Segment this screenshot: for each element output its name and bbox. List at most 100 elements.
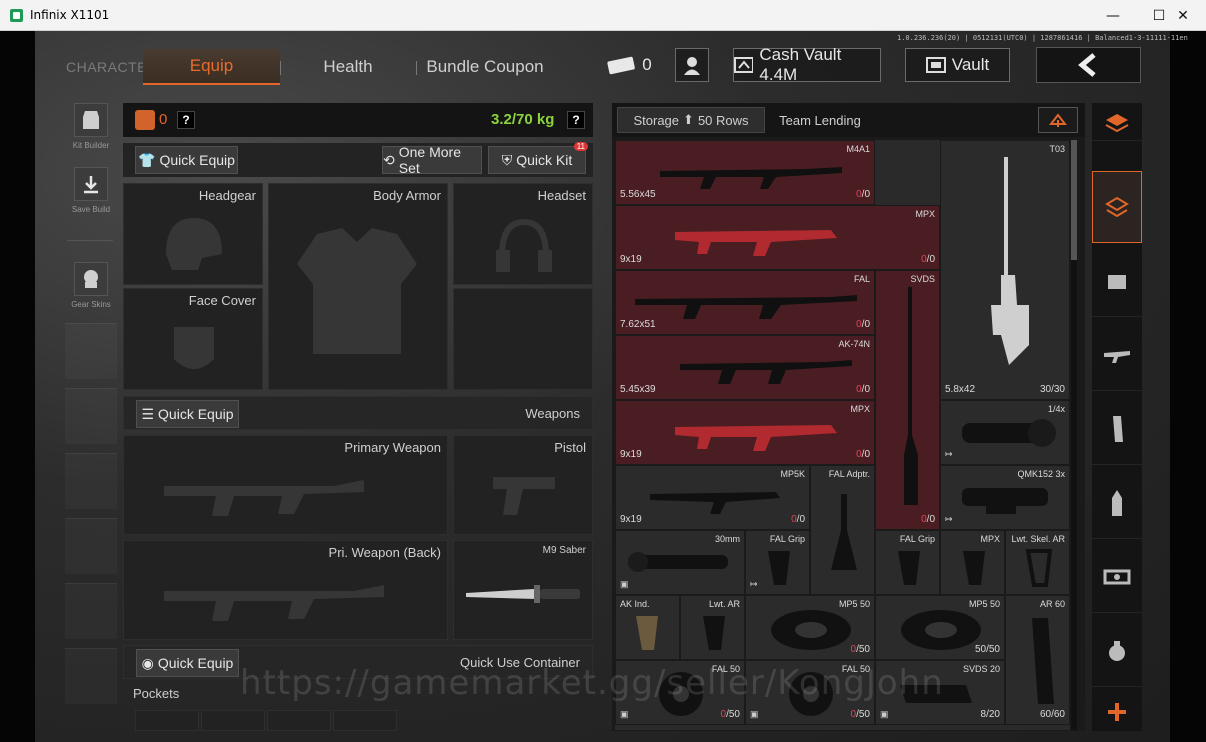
quick-equip-weapons-button[interactable]: ☰ Quick Equip bbox=[136, 400, 239, 428]
storage-item[interactable]: M4A1 5.56x45 0/0 bbox=[615, 140, 875, 205]
storage-item[interactable]: FAL Adptr. bbox=[810, 465, 875, 595]
pocket-slot[interactable] bbox=[135, 710, 199, 731]
slot-headgear[interactable]: Headgear bbox=[123, 183, 263, 285]
sort-button[interactable] bbox=[1038, 107, 1078, 133]
box-icon: ▣ bbox=[620, 709, 629, 719]
slot-face-cover[interactable]: Face Cover bbox=[123, 288, 263, 390]
item-name: SVDS 20 bbox=[962, 664, 1000, 674]
storage-item[interactable]: AR 60 60/60 bbox=[1005, 595, 1070, 725]
category-all-button[interactable] bbox=[1092, 103, 1142, 141]
box-icon: ▣ bbox=[880, 709, 889, 719]
storage-item[interactable]: 1/4x ↦ bbox=[940, 400, 1070, 465]
item-ammo: 0/0 bbox=[791, 514, 805, 525]
slot-body-armor[interactable]: Body Armor bbox=[268, 183, 448, 390]
back-button[interactable] bbox=[1036, 47, 1141, 83]
slot-pistol[interactable]: Pistol bbox=[453, 435, 593, 535]
pocket-slot[interactable] bbox=[201, 710, 265, 731]
storage-item[interactable]: FAL 7.62x51 0/0 bbox=[615, 270, 875, 335]
grenade-icon bbox=[1109, 640, 1125, 661]
quick-equip-label: Quick Equip bbox=[159, 152, 235, 168]
window-titlebar: Infinix X1101 — ☐ ✕ bbox=[0, 0, 1206, 31]
tab-bundle-coupon[interactable]: Bundle Coupon bbox=[425, 49, 545, 85]
quick-equip-quick-use-button[interactable]: ◉ Quick Equip bbox=[136, 649, 239, 677]
slot-melee[interactable]: M9 Saber bbox=[453, 540, 593, 640]
one-more-set-button[interactable]: ⟲ One More Set bbox=[382, 144, 482, 176]
kit-builder-button[interactable]: Kit Builder bbox=[65, 103, 117, 150]
storage-scrollbar[interactable] bbox=[1071, 140, 1077, 730]
category-armor-tab[interactable] bbox=[1092, 245, 1142, 317]
vault-label: Vault bbox=[951, 55, 990, 74]
category-magazines-tab[interactable] bbox=[1092, 393, 1142, 465]
one-more-set-label: One More Set bbox=[398, 144, 461, 176]
letterbox-right bbox=[1170, 31, 1206, 742]
storage-item[interactable]: MPX bbox=[940, 530, 1005, 595]
storage-item[interactable]: SVDS 0/0 bbox=[875, 270, 940, 530]
gear-skins-button[interactable]: Gear Skins bbox=[65, 262, 117, 309]
save-build-button[interactable]: Save Build bbox=[65, 167, 117, 214]
storage-item[interactable]: T03 5.8x42 30/30 bbox=[940, 140, 1070, 400]
storage-item[interactable]: AK Ind. bbox=[615, 595, 680, 660]
rifle-silhouette-icon bbox=[164, 480, 364, 516]
storage-item[interactable]: Lwt. AR bbox=[680, 595, 745, 660]
quick-kit-button[interactable]: ⛨ Quick Kit 11 bbox=[488, 142, 588, 174]
version-text: 1.0.236.236(20) | 0512131(UTC0) | 128786… bbox=[897, 34, 1188, 42]
storage-item[interactable]: FAL Grip bbox=[875, 530, 940, 595]
storage-item[interactable]: MPX 9x19 0/0 bbox=[615, 205, 940, 270]
ticket-counter[interactable]: 0 bbox=[600, 48, 658, 82]
storage-item[interactable]: FAL Grip ↦ bbox=[745, 530, 810, 595]
item-ammo: 0/50 bbox=[720, 709, 740, 720]
storage-item[interactable]: 30mm ▣ bbox=[615, 530, 745, 595]
storage-item[interactable]: MPX 9x19 0/0 bbox=[615, 400, 875, 465]
slot-primary-weapon[interactable]: Primary Weapon bbox=[123, 435, 448, 535]
scrollbar-thumb[interactable] bbox=[1071, 140, 1077, 260]
slot-label: Primary Weapon bbox=[344, 440, 441, 455]
quick-use-section-title: Quick Use Container bbox=[460, 655, 580, 670]
category-weapons-tab[interactable] bbox=[1092, 319, 1142, 391]
storage-item[interactable]: QMK152 3x ↦ bbox=[940, 465, 1070, 530]
grip-icon bbox=[898, 551, 920, 585]
add-category-button[interactable] bbox=[1092, 693, 1142, 731]
back-arrow-icon bbox=[1077, 53, 1096, 77]
attach-icon: ↦ bbox=[945, 514, 953, 524]
kit-builder-icon bbox=[74, 103, 108, 137]
storage-panel: Storage ⬆ 50 Rows Team Lending M4A1 5.56… bbox=[612, 103, 1085, 731]
slot-headset[interactable]: Headset bbox=[453, 183, 593, 285]
slot-empty-gear[interactable] bbox=[453, 288, 593, 390]
tab-health[interactable]: Health bbox=[293, 49, 403, 85]
storage-item[interactable]: Lwt. Skel. AR bbox=[1005, 530, 1070, 595]
item-name: FAL Grip bbox=[899, 534, 935, 544]
operator-button[interactable] bbox=[675, 48, 709, 82]
storage-item[interactable]: FAL 50 ▣ 0/50 bbox=[745, 660, 875, 725]
weight-help-icon[interactable]: ? bbox=[567, 111, 585, 129]
pocket-slot[interactable] bbox=[333, 710, 397, 731]
layers-icon bbox=[1105, 196, 1129, 218]
tab-equip[interactable]: Equip bbox=[143, 49, 280, 85]
storage-item[interactable]: FAL 50 ▣ 0/50 bbox=[615, 660, 745, 725]
pocket-slot[interactable] bbox=[267, 710, 331, 731]
gear-button-row: 👕 Quick Equip ⟲ One More Set ⛨ Quick Kit… bbox=[123, 142, 593, 177]
rail-slot-empty bbox=[65, 583, 117, 639]
storage-header: Storage ⬆ 50 Rows Team Lending bbox=[612, 103, 1085, 137]
storage-rows-label: 50 Rows bbox=[697, 112, 749, 128]
cash-vault-button[interactable]: Cash Vault 4.4M bbox=[733, 45, 881, 84]
tab-team-lending[interactable]: Team Lending bbox=[770, 107, 870, 133]
item-name: AR 60 bbox=[1039, 599, 1065, 609]
storage-item[interactable]: MP5 50 50/50 bbox=[875, 595, 1005, 660]
storage-item[interactable]: MP5 50 0/50 bbox=[745, 595, 875, 660]
help-icon[interactable]: ? bbox=[177, 111, 195, 129]
operator-icon bbox=[684, 57, 700, 75]
quick-equip-gear-button[interactable]: 👕 Quick Equip bbox=[135, 146, 238, 174]
storage-item[interactable]: AK-74N 5.45x39 0/0 bbox=[615, 335, 875, 400]
close-button[interactable]: ✕ bbox=[1160, 0, 1206, 31]
window-title: Infinix X1101 bbox=[30, 8, 110, 22]
category-gear-tab[interactable] bbox=[1092, 171, 1142, 243]
category-ammo-tab[interactable] bbox=[1092, 467, 1142, 539]
vault-button[interactable]: Vault bbox=[905, 48, 1010, 82]
storage-item[interactable]: MP5K 9x19 0/0 bbox=[615, 465, 810, 530]
storage-item[interactable]: SVDS 20 ▣ 8/20 bbox=[875, 660, 1005, 725]
minimize-button[interactable]: — bbox=[1090, 0, 1136, 31]
tab-storage[interactable]: Storage ⬆ 50 Rows bbox=[617, 107, 765, 133]
slot-primary-weapon-back[interactable]: Pri. Weapon (Back) bbox=[123, 540, 448, 640]
category-consumables-tab[interactable] bbox=[1092, 615, 1142, 687]
category-attachments-tab[interactable] bbox=[1092, 541, 1142, 613]
